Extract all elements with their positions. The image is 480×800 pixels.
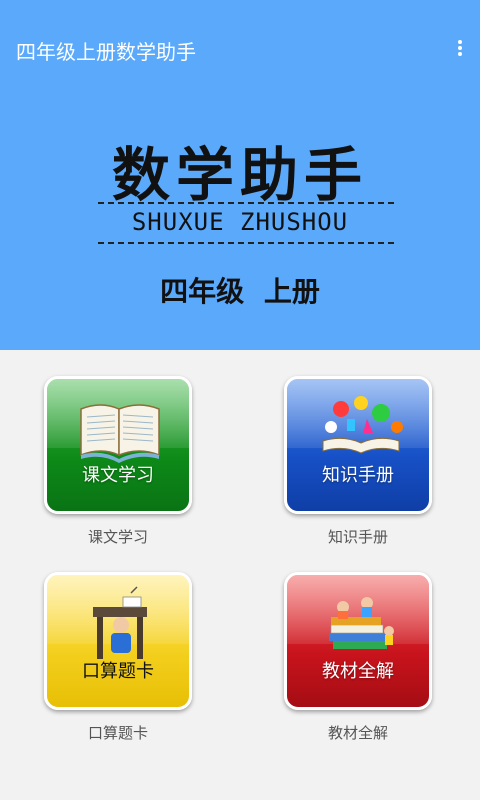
tile-label: 知识手册 bbox=[322, 465, 394, 486]
logo-grade: 四年级 上册 bbox=[160, 275, 320, 308]
tile-caption: 教材全解 bbox=[327, 724, 388, 742]
overflow-menu-icon[interactable] bbox=[452, 38, 468, 62]
tile-caption: 知识手册 bbox=[327, 528, 388, 546]
tile-label: 课文学习 bbox=[82, 465, 154, 486]
numbers-book-icon bbox=[322, 396, 403, 454]
tile-label: 教材全解 bbox=[322, 661, 394, 682]
mental-math-cards-button[interactable]: 口算题卡 bbox=[44, 572, 192, 710]
lesson-study-button[interactable]: 课文学习 bbox=[44, 376, 192, 514]
tile-caption: 课文学习 bbox=[87, 528, 148, 546]
logo-pinyin: SHUXUE ZHUSHOU bbox=[131, 208, 349, 236]
app-logo: 数学助手 SHUXUE ZHUSHOU 四年级 上册 bbox=[0, 120, 480, 320]
kids-on-books-icon bbox=[329, 597, 394, 649]
knowledge-handbook-button[interactable]: 知识手册 bbox=[284, 376, 432, 514]
divider bbox=[98, 242, 394, 244]
textbook-explained-button[interactable]: 教材全解 bbox=[284, 572, 432, 710]
tile-caption: 口算题卡 bbox=[87, 724, 148, 742]
app-title: 四年级上册数学助手 bbox=[16, 40, 196, 64]
open-book-icon bbox=[80, 404, 160, 463]
divider bbox=[98, 202, 394, 204]
tile-label: 口算题卡 bbox=[82, 661, 154, 682]
student-desk-icon bbox=[93, 586, 147, 659]
app-bar: 四年级上册数学助手 bbox=[0, 0, 480, 96]
logo-title: 数学助手 bbox=[111, 141, 368, 209]
header-banner: 四年级上册数学助手 数学助手 SHUXUE ZHUSHOU 四年级 上册 bbox=[0, 0, 480, 350]
